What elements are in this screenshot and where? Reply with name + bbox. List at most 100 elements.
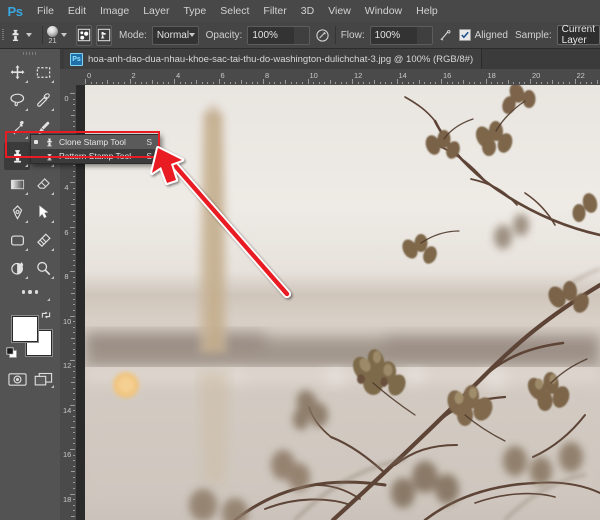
flow-label: Flow: xyxy=(341,30,365,41)
menu-type[interactable]: Type xyxy=(176,0,213,22)
sample-select[interactable]: Current Layer xyxy=(557,25,600,45)
menu-view[interactable]: View xyxy=(321,0,358,22)
gradient-tool[interactable] xyxy=(4,170,30,198)
tools-panel-grip[interactable] xyxy=(4,49,56,58)
toggle-clone-source-panel-button[interactable] xyxy=(96,25,112,46)
horizontal-ruler-minor-tick xyxy=(113,82,114,84)
aligned-checkbox-row[interactable]: Aligned xyxy=(459,29,508,41)
horizontal-ruler-minor-tick xyxy=(552,80,553,84)
horizontal-ruler-minor-tick xyxy=(157,82,158,84)
horizontal-ruler-minor-tick xyxy=(380,82,381,84)
horizontal-ruler-minor-tick xyxy=(463,80,464,84)
horizontal-ruler-minor-tick xyxy=(135,82,136,84)
path-selection-tool-flyout-indicator xyxy=(51,220,54,223)
lasso-tool[interactable] xyxy=(4,86,30,114)
change-screen-mode-icon[interactable] xyxy=(33,371,53,387)
vertical-ruler-major-tick xyxy=(70,494,75,495)
menu-filter[interactable]: Filter xyxy=(256,0,293,22)
eraser-tool[interactable] xyxy=(30,170,56,198)
default-colors-icon[interactable] xyxy=(6,346,18,358)
foreground-color-swatch[interactable] xyxy=(12,316,38,342)
horizontal-ruler-minor-tick xyxy=(302,82,303,84)
rectangle-tool[interactable] xyxy=(4,226,30,254)
menu-3d[interactable]: 3D xyxy=(294,0,321,22)
vertical-ruler-minor-tick xyxy=(73,321,75,322)
rectangular-marquee-tool[interactable] xyxy=(30,58,56,86)
vertical-ruler-minor-tick xyxy=(73,432,75,433)
flow-input[interactable]: 100% xyxy=(370,26,417,45)
horizontal-ruler-minor-tick xyxy=(491,82,492,84)
menu-help[interactable]: Help xyxy=(409,0,445,22)
vertical-ruler-minor-tick xyxy=(73,121,75,122)
three-d-material-drop-tool[interactable] xyxy=(4,254,30,282)
clone-stamp-icon[interactable] xyxy=(8,24,23,46)
menu-window[interactable]: Window xyxy=(358,0,409,22)
move-tool[interactable] xyxy=(4,58,30,86)
horizontal-ruler-major-tick xyxy=(174,79,175,84)
path-selection-tool[interactable] xyxy=(30,198,56,226)
horizontal-ruler-tick-label: 6 xyxy=(221,72,225,80)
healing-tool-flyout-indicator xyxy=(51,108,54,111)
menu-file[interactable]: File xyxy=(30,0,61,22)
blend-mode-value: Normal xyxy=(157,30,189,41)
mode-buttons xyxy=(4,366,56,392)
vertical-ruler-minor-tick xyxy=(73,443,75,444)
opacity-input[interactable]: 100% xyxy=(247,26,294,45)
menu-edit[interactable]: Edit xyxy=(61,0,93,22)
vertical-ruler-minor-tick xyxy=(73,243,75,244)
edit-toolbar-ellipsis[interactable] xyxy=(4,282,56,302)
vertical-ruler-minor-tick xyxy=(73,366,75,367)
aligned-checkbox[interactable] xyxy=(459,29,471,41)
horizontal-ruler-minor-tick xyxy=(419,80,420,84)
horizontal-ruler[interactable]: 0246810121416182022 xyxy=(76,69,600,86)
ruler-corner[interactable] xyxy=(60,69,77,86)
brush-preset-chevron-down-icon[interactable] xyxy=(61,33,67,37)
move-tool-flyout-indicator xyxy=(25,80,28,83)
document-thumbnail-icon: Ps xyxy=(70,53,83,66)
image-viewport[interactable] xyxy=(85,85,600,520)
horizontal-ruler-minor-tick xyxy=(435,82,436,84)
horizontal-ruler-minor-tick xyxy=(235,82,236,84)
eraser-block-tool[interactable] xyxy=(30,226,56,254)
document-image[interactable] xyxy=(85,85,600,520)
horizontal-ruler-minor-tick xyxy=(524,82,525,84)
spot-healing-brush-tool[interactable] xyxy=(30,86,56,114)
eraser-tool-flyout-indicator xyxy=(51,192,54,195)
horizontal-ruler-tick-label: 20 xyxy=(532,72,540,80)
vertical-ruler-minor-tick xyxy=(73,110,75,111)
blend-mode-select[interactable]: Normal xyxy=(152,26,199,45)
horizontal-ruler-tick-label: 16 xyxy=(443,72,451,80)
vertical-ruler-minor-tick xyxy=(73,221,75,222)
menu-image[interactable]: Image xyxy=(93,0,136,22)
horizontal-ruler-major-tick xyxy=(85,79,86,84)
menu-layer[interactable]: Layer xyxy=(136,0,176,22)
flow-control[interactable]: 100% xyxy=(370,26,433,45)
vertical-ruler-tick-label: 12 xyxy=(63,362,70,370)
vertical-ruler-major-tick xyxy=(70,405,75,406)
horizontal-ruler-minor-tick xyxy=(597,80,598,84)
horizontal-ruler-minor-tick xyxy=(452,82,453,84)
horizontal-ruler-minor-tick xyxy=(413,82,414,84)
brush-preset-picker[interactable]: 21 xyxy=(47,23,58,47)
airbrush-icon[interactable] xyxy=(438,25,453,45)
horizontal-ruler-minor-tick xyxy=(246,82,247,84)
horizontal-ruler-minor-tick xyxy=(385,82,386,84)
horizontal-ruler-minor-tick xyxy=(102,82,103,84)
flow-stepper[interactable] xyxy=(417,26,433,45)
horizontal-ruler-minor-tick xyxy=(296,82,297,84)
swap-colors-icon[interactable] xyxy=(40,308,52,320)
toggle-brush-settings-panel-button[interactable] xyxy=(76,25,92,46)
vertical-ruler-minor-tick xyxy=(73,421,75,422)
options-bar-grip[interactable] xyxy=(0,22,6,48)
tool-row-6 xyxy=(4,226,56,254)
zoom-tool[interactable] xyxy=(30,254,56,282)
opacity-control[interactable]: 100% xyxy=(247,26,310,45)
menu-select[interactable]: Select xyxy=(213,0,256,22)
pressure-controls-opacity-icon[interactable] xyxy=(315,25,330,45)
edit-in-quick-mask-mode-icon[interactable] xyxy=(7,371,27,387)
document-tab[interactable]: Ps hoa-anh-dao-dua-nhau-khoe-sac-tai-thu… xyxy=(64,49,482,69)
vertical-ruler-minor-tick xyxy=(73,460,75,461)
opacity-stepper[interactable] xyxy=(294,26,310,45)
pen-tool[interactable] xyxy=(4,198,30,226)
tool-preset-chevron-down-icon[interactable] xyxy=(26,33,32,37)
